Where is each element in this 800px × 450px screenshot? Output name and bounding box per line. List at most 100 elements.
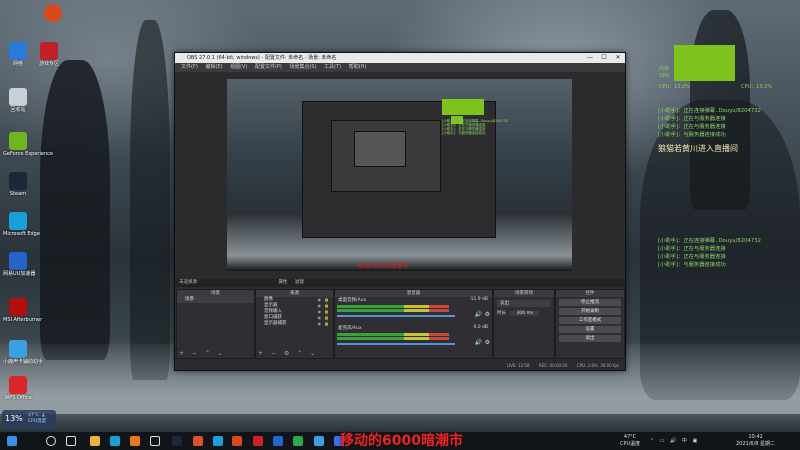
source-toolbar: 未选择源 属性 滤镜 <box>175 279 625 287</box>
chat-line: [小助手]：正在与服务器连接 <box>658 254 726 260</box>
chat-log-bottom: [小助手]：正在连接弹幕..Douyu/8204732 [小助手]：正在与服务器… <box>658 237 761 269</box>
desktop-icon[interactable]: GeForce Experience <box>3 132 53 157</box>
chrome-icon[interactable] <box>193 436 203 446</box>
preview-chat-line: [小助手]：与服务器连接成功 <box>442 131 486 135</box>
chat-line: [小助手]：正在与服务器连接 <box>658 246 726 252</box>
search-icon[interactable] <box>46 436 56 446</box>
network-icon <box>9 42 27 60</box>
close-icon[interactable]: ✕ <box>611 53 625 63</box>
duration-input[interactable]: 300 ms <box>510 311 540 316</box>
desktop-icon[interactable]: MSI Afterburner <box>3 298 42 323</box>
desktop-icon-label: 网易UU加速器 <box>3 271 36 277</box>
desktop-icon[interactable]: 网络 <box>3 42 33 67</box>
studio-mode-button[interactable]: 工作室模式 <box>559 317 621 324</box>
desktop-icon[interactable]: WPS Office <box>3 376 33 401</box>
desktop-icon-label: Microsoft Edge <box>3 231 40 237</box>
stats-line: 内存 <box>659 66 670 72</box>
recycle-bin-icon <box>9 88 27 106</box>
desktop-icon[interactable]: 小鹿声卡辅助助手 <box>3 340 43 365</box>
transition-select[interactable]: 淡出 <box>497 300 551 307</box>
uu-accelerator-icon <box>9 252 27 270</box>
gear-icon[interactable]: ⚙ <box>485 339 490 346</box>
obs-taskbar-icon[interactable] <box>150 436 160 446</box>
speaker-icon[interactable]: 🔊 <box>475 311 482 318</box>
edge2-icon[interactable] <box>213 436 223 446</box>
cpu-temp-text: 47°C 🌡 CPU温度 <box>28 413 47 424</box>
tray-icons[interactable]: ⌃ ▭ 🔊 中 ▣ <box>650 437 699 444</box>
audio-meter <box>337 333 449 336</box>
chat-line: [小助手]：正在连接弹幕..Douyu/8204732 <box>658 238 762 244</box>
stats-line: CPU：13.2% <box>741 84 773 90</box>
uu-icon[interactable] <box>273 436 283 446</box>
obs-preview[interactable]: [小助手]：正在连接弹幕..Douyu/8204732 [小助手]：正在与服务器… <box>227 79 572 271</box>
menu-help[interactable]: 帮助(H) <box>349 64 367 70</box>
start-recording-button[interactable]: 开始录制 <box>559 308 621 315</box>
source-item[interactable]: 显示器捕获 ◉ 🔒 <box>256 321 333 327</box>
menu-edit[interactable]: 编辑(E) <box>205 64 222 70</box>
audio-meter <box>337 337 449 340</box>
volume-slider[interactable] <box>337 343 455 345</box>
preview-green-panel <box>442 99 484 115</box>
desktop-icon[interactable] <box>38 4 68 22</box>
desktop-icon[interactable]: 游戏专区 <box>34 42 64 67</box>
transition-duration: 时长 300 ms <box>494 310 554 318</box>
taskbar-temp: 47°C CPU温度 <box>620 434 641 447</box>
taskbar-clock[interactable]: 10:42 2021/6/8 星期二 <box>736 434 775 448</box>
desktop-icon[interactable]: Microsoft Edge <box>3 212 40 237</box>
edge-icon <box>9 212 27 230</box>
desktop-icon[interactable]: 回收站 <box>3 88 33 113</box>
menu-tools[interactable]: 工具(T) <box>324 64 341 70</box>
cpu-status: CPU: 3.8%, 30.00 fps <box>576 363 619 368</box>
minimize-icon[interactable]: — <box>583 53 597 63</box>
photo-icon[interactable] <box>293 436 303 446</box>
source-filters-button[interactable]: 滤镜 <box>295 280 304 285</box>
stop-streaming-button[interactable]: 停止推流 <box>559 299 621 306</box>
chat-highlight: 狼猫若黄川进入直播间 <box>658 144 738 153</box>
chat-line: [小助手]：正在与服务器连接 <box>658 124 726 130</box>
speaker-icon[interactable]: 🔊 <box>475 339 482 346</box>
chat-log-top: [小助手]：正在连接弹幕..Douyu/8204732 [小助手]：正在与服务器… <box>658 107 761 139</box>
chat-line: [小助手]：正在与服务器连接 <box>658 116 726 122</box>
source-controls[interactable]: + − ⚙ ⌃ ⌄ <box>258 350 318 357</box>
windows-start-icon[interactable] <box>7 436 17 446</box>
sources-dock: 来源 图像 ◉ 🔒 显示器 ◉ 🔒 音频输入 ◉ 🔒 窗口捕获 ◉ 🔒 显示器捕获 ◉ 🔒 + − … <box>255 289 334 359</box>
scene-controls[interactable]: + − ⌃ ⌄ <box>179 350 226 357</box>
obs-titlebar[interactable]: OBS 27.0.1 (64-bit, windows) - 配置文件: 未命名… <box>175 53 625 63</box>
transitions-header: 场景转场 <box>494 290 554 297</box>
exit-button[interactable]: 退出 <box>559 335 621 342</box>
controls-header: 控件 <box>556 290 624 297</box>
deer-icon <box>9 340 27 358</box>
menu-profile[interactable]: 配置文件(P) <box>255 64 282 70</box>
task-view-icon[interactable] <box>66 436 76 446</box>
record-icon[interactable] <box>253 436 263 446</box>
file-explorer-icon[interactable] <box>90 436 100 446</box>
channel-db: -11.9 dB <box>468 297 488 302</box>
transitions-dock: 场景转场 淡出 时长 300 ms <box>493 289 555 359</box>
stats-line: CPU：15.2% <box>659 84 691 90</box>
menu-scene-collection[interactable]: 场景集合(S) <box>289 64 316 70</box>
steam-icon <box>9 172 27 190</box>
steam-taskbar-icon[interactable] <box>172 436 182 446</box>
scenes-dock: 场景 场景 + − ⌃ ⌄ <box>176 289 255 359</box>
settings-button[interactable]: 设置 <box>559 326 621 333</box>
source-props-button[interactable]: 属性 <box>278 280 287 285</box>
game-icon[interactable] <box>232 436 242 446</box>
gear-icon[interactable]: ⚙ <box>485 311 490 318</box>
audio-meter <box>337 305 449 308</box>
maximize-icon[interactable]: ☐ <box>597 53 611 63</box>
menu-file[interactable]: 文件(F) <box>181 64 198 70</box>
volume-slider[interactable] <box>337 315 455 317</box>
desktop-icon[interactable]: 网易UU加速器 <box>3 252 36 277</box>
preview-chat: [小助手]：正在连接弹幕..Douyu/8204732 [小助手]：正在与服务器… <box>442 119 508 135</box>
desktop-icon-label: WPS Office <box>4 395 32 401</box>
scene-item[interactable]: 场景 <box>177 297 254 303</box>
edge-taskbar-icon[interactable] <box>110 436 120 446</box>
fire-icon[interactable] <box>130 436 140 446</box>
audio-meter <box>337 309 449 312</box>
desktop-icon[interactable]: Steam <box>3 172 33 197</box>
deer-taskbar-icon[interactable] <box>314 436 324 446</box>
chat-line: [小助手]：正在连接弹幕..Douyu/8204732 <box>658 108 762 114</box>
cpu-percent: 13% <box>5 414 23 423</box>
menu-view[interactable]: 视图(V) <box>230 64 247 70</box>
cpu-temp-widget: 13% 47°C 🌡 CPU温度 <box>2 410 56 430</box>
